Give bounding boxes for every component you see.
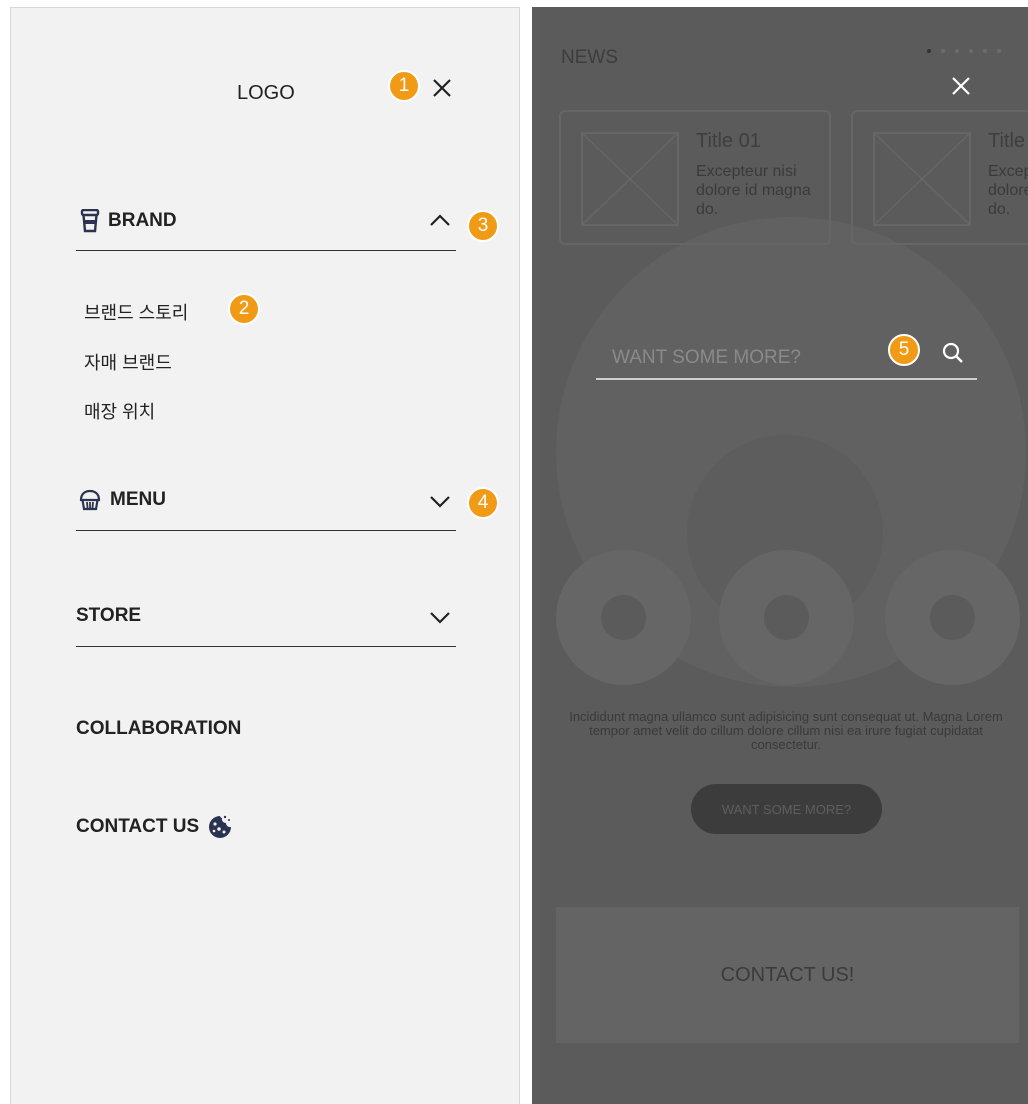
store-section-header[interactable]: STORE: [76, 605, 141, 627]
chevron-up-icon[interactable]: [429, 213, 451, 227]
collaboration-label: COLLABORATION: [76, 718, 242, 739]
overlay-close-icon[interactable]: [951, 76, 971, 96]
search-underline: [596, 378, 977, 380]
chevron-down-icon[interactable]: [429, 610, 451, 624]
news-card[interactable]: Title 02 Excepteur nisi dolore id magna …: [851, 110, 1028, 245]
brand-section-title: BRAND: [108, 210, 177, 231]
annotation-badge-4: 4: [467, 487, 499, 519]
menu-section-divider: [76, 530, 456, 531]
annotation-badge-2: 2: [228, 293, 260, 325]
store-section-title: STORE: [76, 605, 142, 626]
news-card-title: Title 02: [988, 130, 1028, 152]
want-some-more-button[interactable]: WANT SOME MORE?: [691, 784, 882, 834]
cup-icon: [80, 209, 100, 233]
brand-section-divider: [76, 250, 456, 251]
image-placeholder-icon: [873, 132, 971, 226]
news-card-text: Excepteur nisi dolore id magna do.: [696, 163, 811, 218]
search-icon[interactable]: [941, 341, 965, 365]
contact-us-banner[interactable]: CONTACT US!: [556, 907, 1019, 1043]
side-menu-panel: LOGO 1 BRAND 3 브랜드 스토리 2 자매 브랜드 매장 위치 ME…: [10, 7, 520, 1104]
news-card-title: Title 01: [696, 130, 761, 152]
image-placeholder-icon: [581, 132, 679, 226]
carousel-dot[interactable]: [969, 49, 973, 53]
submenu-item-store-location[interactable]: 매장 위치: [84, 398, 155, 424]
submenu-item-sister-brands[interactable]: 자매 브랜드: [84, 349, 172, 375]
contact-us-label: CONTACT US: [76, 816, 200, 837]
cookie-icon: [209, 815, 232, 838]
logo[interactable]: LOGO: [237, 82, 295, 105]
submenu-item-brand-story[interactable]: 브랜드 스토리: [84, 299, 188, 325]
carousel-dot[interactable]: [983, 49, 987, 53]
store-section-divider: [76, 646, 456, 647]
page-overlay: NEWS Title 01 Excepteur nisi dolore id m…: [532, 7, 1028, 1104]
panel-gap: [520, 0, 532, 1104]
collaboration-link[interactable]: COLLABORATION: [76, 718, 241, 740]
body-paragraph: Incididunt magna ullamco sunt adipisicin…: [569, 709, 1003, 752]
background-circle-hole-2: [764, 595, 809, 640]
carousel-dots[interactable]: [927, 49, 1011, 53]
carousel-dot[interactable]: [927, 49, 931, 53]
annotation-badge-1: 1: [388, 70, 420, 102]
annotation-badge-3: 3: [467, 210, 499, 242]
carousel-dot[interactable]: [997, 49, 1001, 53]
contact-us-banner-label: CONTACT US!: [720, 963, 855, 986]
contact-us-link[interactable]: CONTACT US: [76, 814, 233, 840]
carousel-dot[interactable]: [955, 49, 959, 53]
muffin-icon: [79, 489, 101, 511]
carousel-dot[interactable]: [941, 49, 945, 53]
chevron-down-icon[interactable]: [429, 494, 451, 508]
news-label: NEWS: [561, 47, 618, 68]
news-card-text: Excepteur nisi dolore id magna do.: [988, 163, 1028, 218]
annotation-badge-5: 5: [888, 334, 920, 366]
news-card[interactable]: Title 01 Excepteur nisi dolore id magna …: [559, 110, 831, 245]
close-icon[interactable]: [432, 78, 452, 98]
brand-section-header[interactable]: BRAND: [80, 209, 177, 233]
background-circle-hole-3: [930, 595, 975, 640]
menu-section-title: MENU: [110, 489, 166, 510]
menu-section-header[interactable]: MENU: [78, 489, 166, 511]
background-circle-hole-1: [601, 595, 646, 640]
